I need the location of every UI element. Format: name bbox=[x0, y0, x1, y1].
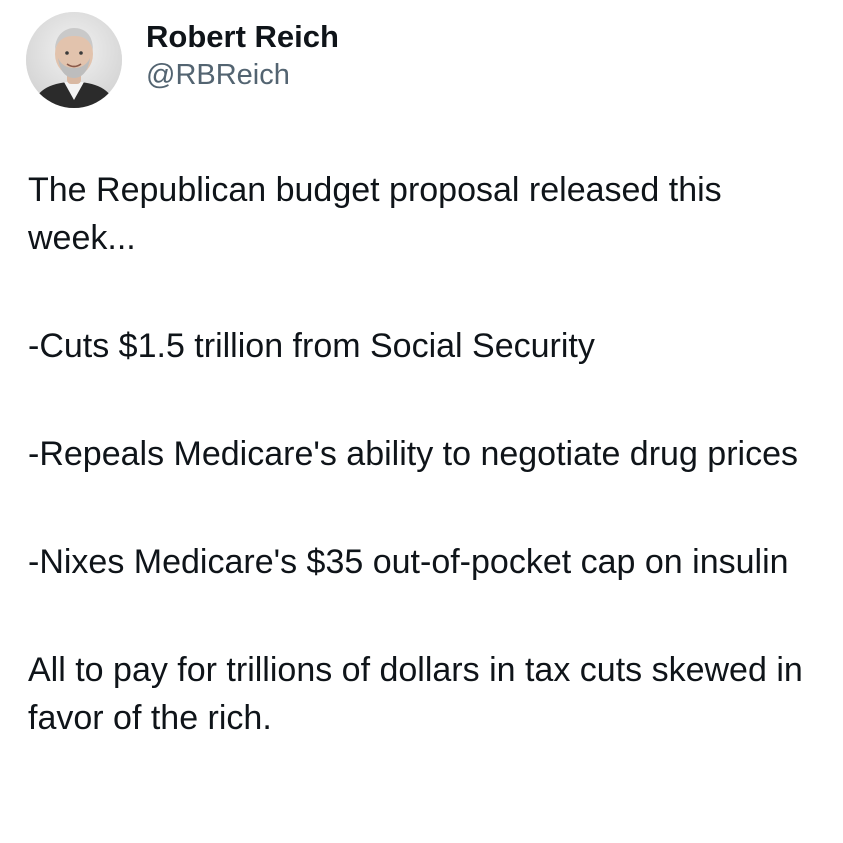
post-paragraph-social-security: -Cuts $1.5 trillion from Social Security bbox=[28, 327, 595, 365]
post-header: Robert Reich @RBReich bbox=[26, 12, 339, 108]
post-paragraph-insulin: -Nixes Medicare's $35 out-of-pocket cap … bbox=[28, 543, 789, 581]
post-paragraph-conclusion: All to pay for trillions of dollars in t… bbox=[28, 651, 803, 737]
author-display-name[interactable]: Robert Reich bbox=[146, 18, 339, 56]
avatar-image bbox=[26, 12, 122, 108]
post-paragraph-intro: The Republican budget proposal released … bbox=[28, 171, 722, 257]
avatar[interactable] bbox=[26, 12, 122, 108]
author-names: Robert Reich @RBReich bbox=[146, 18, 339, 94]
post-paragraph-drug-prices: -Repeals Medicare's ability to negotiate… bbox=[28, 435, 798, 473]
post-body: The Republican budget proposal released … bbox=[28, 166, 828, 802]
post-card: Robert Reich @RBReich The Republican bud… bbox=[0, 0, 843, 843]
author-handle[interactable]: @RBReich bbox=[146, 56, 339, 94]
